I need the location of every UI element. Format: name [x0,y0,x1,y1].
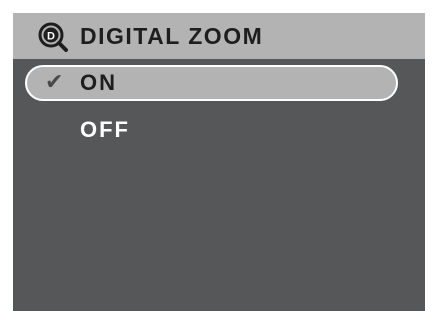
option-on[interactable]: ✔ ON [25,65,398,101]
checkmark-icon: ✔ [45,70,64,95]
digital-zoom-icon: D [38,22,68,52]
title-bar: D DIGITAL ZOOM [13,13,425,59]
camera-menu-screen: D DIGITAL ZOOM ✔ ON OFF [13,13,425,311]
option-off[interactable]: OFF [25,112,398,148]
digital-zoom-icon-letter: D [47,31,55,43]
option-on-label: ON [80,70,117,95]
menu-title: DIGITAL ZOOM [80,23,264,49]
option-off-label: OFF [80,117,130,142]
